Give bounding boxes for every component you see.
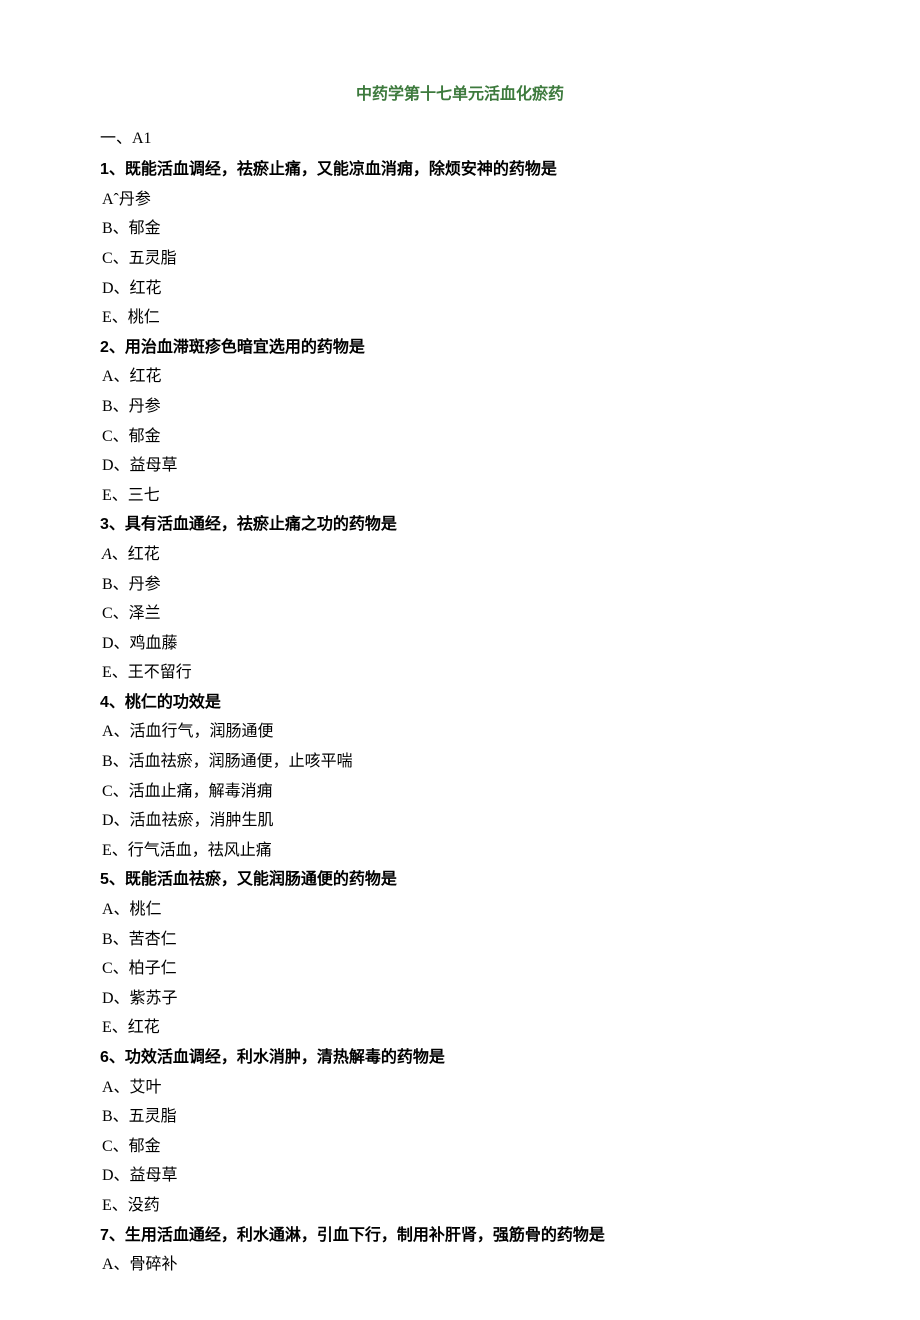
option: A、红花	[102, 540, 820, 570]
page-title: 中药学第十七单元活血化瘀药	[100, 80, 820, 110]
question-text: 、既能活血调经，祛瘀止痛，又能凉血消痈，除烦安神的药物是	[109, 161, 557, 178]
question-2: 2、用治血滞斑疹色暗宜选用的药物是	[100, 333, 820, 363]
option: B、丹参	[102, 392, 820, 422]
option: E、红花	[102, 1013, 820, 1043]
question-number: 5	[100, 871, 109, 888]
question-3: 3、具有活血通经，祛瘀止痛之功的药物是	[100, 510, 820, 540]
question-text: 、功效活血调经，利水消肿，清热解毒的药物是	[109, 1049, 445, 1066]
option: E、王不留行	[102, 658, 820, 688]
option: B、丹参	[102, 570, 820, 600]
option: D、紫苏子	[102, 984, 820, 1014]
section-heading: 一、A1	[100, 124, 820, 154]
question-4: 4、桃仁的功效是	[100, 688, 820, 718]
option-text: 、红花	[112, 546, 160, 563]
option: E、没药	[102, 1191, 820, 1221]
document-page: 中药学第十七单元活血化瘀药 一、A1 1、既能活血调经，祛瘀止痛，又能凉血消痈，…	[0, 0, 920, 1320]
option: E、三七	[102, 481, 820, 511]
questions-container: 1、既能活血调经，祛瘀止痛，又能凉血消痈，除烦安神的药物是Aˆ丹参B、郁金C、五…	[100, 155, 820, 1280]
question-number: 1	[100, 161, 109, 178]
question-number: 3	[100, 516, 109, 533]
question-number: 4	[100, 694, 109, 711]
question-number: 6	[100, 1049, 109, 1066]
option-letter: A	[102, 546, 112, 563]
option: C、郁金	[102, 422, 820, 452]
option: C、柏子仁	[102, 954, 820, 984]
option: C、活血止痛，解毒消痈	[102, 777, 820, 807]
question-1: 1、既能活血调经，祛瘀止痛，又能凉血消痈，除烦安神的药物是	[100, 155, 820, 185]
option: D、益母草	[102, 451, 820, 481]
option: E、行气活血，祛风止痛	[102, 836, 820, 866]
question-text: 、既能活血祛瘀，又能润肠通便的药物是	[109, 871, 397, 888]
option: A、活血行气，润肠通便	[102, 717, 820, 747]
question-number: 2	[100, 339, 109, 356]
option: A、红花	[102, 362, 820, 392]
option: C、五灵脂	[102, 244, 820, 274]
question-text: 、桃仁的功效是	[109, 694, 221, 711]
option: D、红花	[102, 274, 820, 304]
question-6: 6、功效活血调经，利水消肿，清热解毒的药物是	[100, 1043, 820, 1073]
option: A、桃仁	[102, 895, 820, 925]
option: B、苦杏仁	[102, 925, 820, 955]
question-7: 7、生用活血通经，利水通淋，引血下行，制用补肝肾，强筋骨的药物是	[100, 1221, 820, 1251]
question-text: 、用治血滞斑疹色暗宜选用的药物是	[109, 339, 365, 356]
option: B、郁金	[102, 214, 820, 244]
question-number: 7	[100, 1227, 109, 1244]
option: A、艾叶	[102, 1073, 820, 1103]
option: D、鸡血藤	[102, 629, 820, 659]
option: C、泽兰	[102, 599, 820, 629]
question-text: 、生用活血通经，利水通淋，引血下行，制用补肝肾，强筋骨的药物是	[109, 1227, 605, 1244]
option: D、活血祛瘀，消肿生肌	[102, 806, 820, 836]
question-5: 5、既能活血祛瘀，又能润肠通便的药物是	[100, 865, 820, 895]
option: E、桃仁	[102, 303, 820, 333]
option: D、益母草	[102, 1161, 820, 1191]
option: C、郁金	[102, 1132, 820, 1162]
option: B、五灵脂	[102, 1102, 820, 1132]
option: A、骨碎补	[102, 1250, 820, 1280]
question-text: 、具有活血通经，祛瘀止痛之功的药物是	[109, 516, 397, 533]
option: B、活血祛瘀，润肠通便，止咳平喘	[102, 747, 820, 777]
option: Aˆ丹参	[102, 185, 820, 215]
